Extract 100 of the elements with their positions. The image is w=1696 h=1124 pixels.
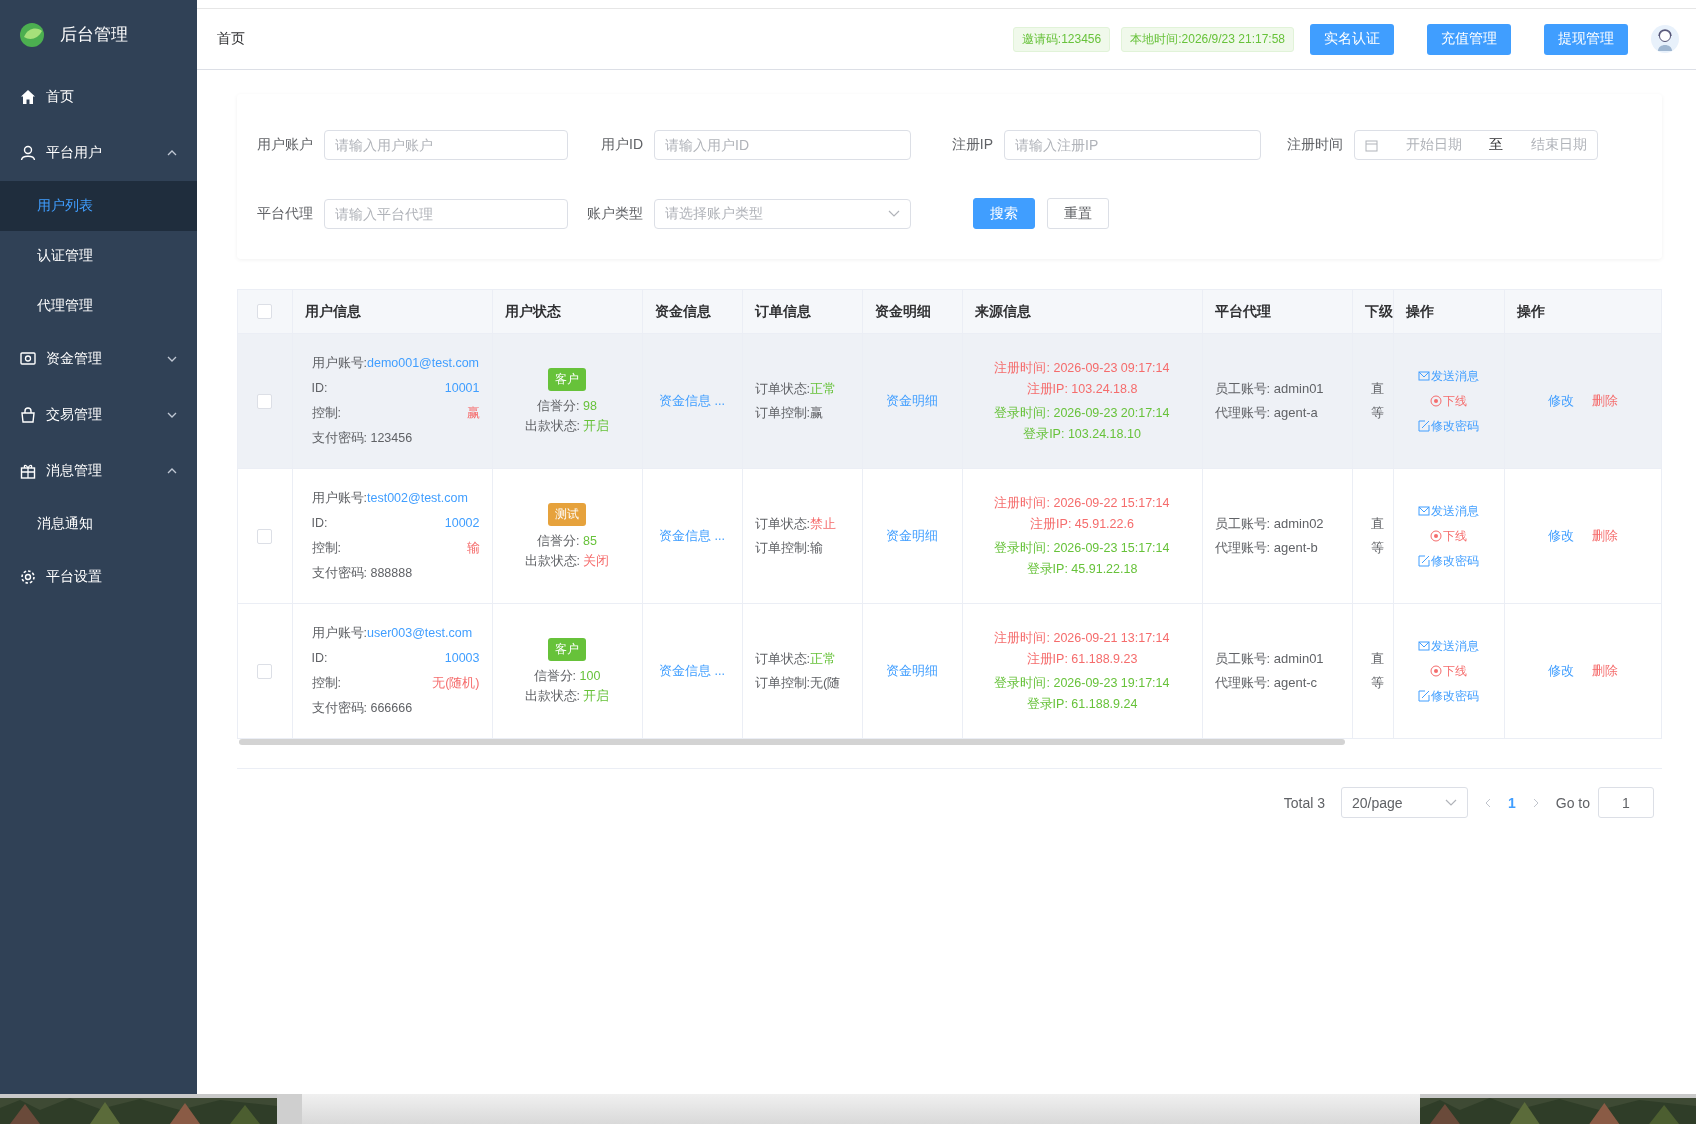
prev-page-icon (1483, 797, 1492, 808)
credit-score: 98 (583, 398, 597, 413)
status-text: 正常 (810, 381, 837, 396)
table-row[interactable] (238, 603, 1661, 739)
action-link[interactable]: 修改密码 (1418, 417, 1479, 435)
mail-icon (1418, 370, 1430, 382)
detail-link[interactable]: 资金明细 (886, 663, 938, 678)
action-link[interactable]: 下线 (1430, 527, 1467, 545)
funds-link[interactable]: 资金信息 ... (659, 528, 725, 543)
field-label: 注册IP (950, 136, 993, 154)
search-button[interactable]: 搜索 (973, 198, 1035, 229)
agent-account: 代理账号: agent-c (1214, 674, 1319, 692)
sidebar-item[interactable]: 消息管理 (0, 443, 197, 499)
select-field[interactable]: 请选择账户类型 (654, 198, 911, 229)
sidebar-item[interactable]: 资金管理 (0, 331, 197, 387)
field-label: 用户账户 (256, 136, 313, 154)
avatar-icon[interactable] (1650, 24, 1680, 54)
delete-link[interactable]: 删除 (1591, 662, 1618, 680)
control-value: 赢 (466, 405, 480, 422)
action-link[interactable]: 下线 (1430, 662, 1467, 680)
funds-link[interactable]: 资金信息 ... (659, 393, 725, 408)
page-size-select[interactable]: 20/page (1340, 787, 1468, 818)
delete-link[interactable]: 删除 (1591, 392, 1618, 410)
target-icon (1430, 665, 1442, 677)
register-ip: 注册IP: 61.188.9.23 (1026, 650, 1138, 668)
date-range-field[interactable]: 开始日期 至 结束日期 (1354, 130, 1598, 160)
page-number[interactable]: 1 (1507, 794, 1516, 811)
sidebar-item[interactable]: 平台用户 (0, 125, 197, 181)
input-field[interactable]: 请输入用户账户 (324, 130, 568, 160)
field-label: 用户ID (600, 136, 643, 154)
target-icon (1430, 395, 1442, 407)
field-label: 出款状态: (524, 418, 581, 433)
user-id: 10003 (444, 650, 480, 667)
sidebar-subitem[interactable]: 消息通知 (0, 499, 197, 549)
login-ip: 登录IP: 103.24.18.10 (1023, 425, 1141, 443)
order-control: 订单控制:无(随 (754, 671, 850, 695)
edit-link[interactable]: 修改 (1547, 527, 1574, 545)
detail-link[interactable]: 资金明细 (886, 528, 938, 543)
sidebar-item[interactable]: 交易管理 (0, 387, 197, 443)
edit-link[interactable]: 修改 (1547, 392, 1574, 410)
input-field[interactable]: 请输入注册IP (1004, 130, 1261, 160)
action-link[interactable]: 发送消息 (1418, 637, 1479, 655)
header-button[interactable]: 充值管理 (1427, 23, 1511, 55)
funds-link[interactable]: 资金信息 ... (659, 663, 725, 678)
action-link[interactable]: 发送消息 (1418, 502, 1479, 520)
app-title: 后台管理 (60, 24, 128, 46)
header-button[interactable]: 提现管理 (1544, 23, 1628, 55)
action-link[interactable]: 修改密码 (1418, 552, 1479, 570)
delete-link[interactable]: 删除 (1591, 527, 1618, 545)
column-header: 操作 (1504, 290, 1661, 334)
register-ip: 注册IP: 45.91.22.6 (1030, 515, 1134, 533)
detail-link[interactable]: 资金明细 (886, 393, 938, 408)
input-field[interactable]: 请输入平台代理 (324, 198, 568, 229)
total-count: Total 3 (1283, 794, 1325, 811)
row-checkbox[interactable] (257, 663, 273, 679)
caret-icon (1444, 799, 1457, 806)
sidebar-subitem[interactable]: 认证管理 (0, 231, 197, 281)
action-link[interactable]: 修改密码 (1418, 687, 1479, 705)
mail-icon (1418, 640, 1430, 652)
bag-icon (20, 407, 36, 423)
next-page-icon (1531, 797, 1540, 808)
row-checkbox[interactable] (257, 393, 273, 409)
field-label: 信誉分: (537, 533, 581, 548)
info-tag: 邀请码:123456 (1012, 26, 1111, 52)
register-ip: 注册IP: 103.24.18.8 (1026, 380, 1138, 398)
sidebar-subitem[interactable]: 代理管理 (0, 281, 197, 331)
field-label: 用户账号: (311, 626, 367, 640)
sidebar-item[interactable]: 首页 (0, 69, 197, 125)
field-label: 订单状态: (754, 516, 811, 531)
reset-button[interactable]: 重置 (1047, 198, 1109, 229)
column-header: 资金明细 (862, 290, 962, 334)
order-control: 订单控制:赢 (754, 401, 850, 425)
select-all-checkbox[interactable] (257, 304, 273, 319)
page-input[interactable]: 1 (1598, 787, 1654, 818)
field-label: 控制: (311, 405, 341, 422)
credit-score: 85 (583, 533, 597, 548)
sidebar-item[interactable]: 平台设置 (0, 549, 197, 605)
scrollbar[interactable] (239, 739, 1345, 745)
login-ip: 登录IP: 45.91.22.18 (1026, 560, 1138, 578)
edit-icon (1418, 555, 1430, 567)
header-button[interactable]: 实名认证 (1310, 23, 1394, 55)
input-field[interactable]: 请输入用户ID (654, 130, 911, 160)
table-row[interactable] (238, 333, 1661, 469)
sidebar-subitem[interactable]: 用户列表 (0, 181, 197, 231)
action-link[interactable]: 下线 (1430, 392, 1467, 410)
row-checkbox[interactable] (257, 528, 273, 544)
field-label: 用户账号: (311, 491, 367, 505)
edit-link[interactable]: 修改 (1547, 662, 1574, 680)
register-time: 注册时间: 2026-09-21 13:17:14 (994, 629, 1170, 647)
account-link[interactable]: test002@test.com (367, 491, 468, 505)
account-link[interactable]: user003@test.com (367, 626, 473, 640)
account-link[interactable]: demo001@test.com (367, 356, 480, 370)
table-row[interactable] (238, 468, 1661, 604)
action-link[interactable]: 发送消息 (1418, 367, 1479, 385)
user-type-tag: 客户 (548, 367, 586, 391)
control-value: 无(随机) (432, 675, 480, 692)
target-icon (1430, 530, 1442, 542)
column-header: 来源信息 (962, 290, 1202, 334)
field-label: 注册时间 (1286, 136, 1343, 154)
breadcrumb: 首页 (217, 30, 246, 48)
